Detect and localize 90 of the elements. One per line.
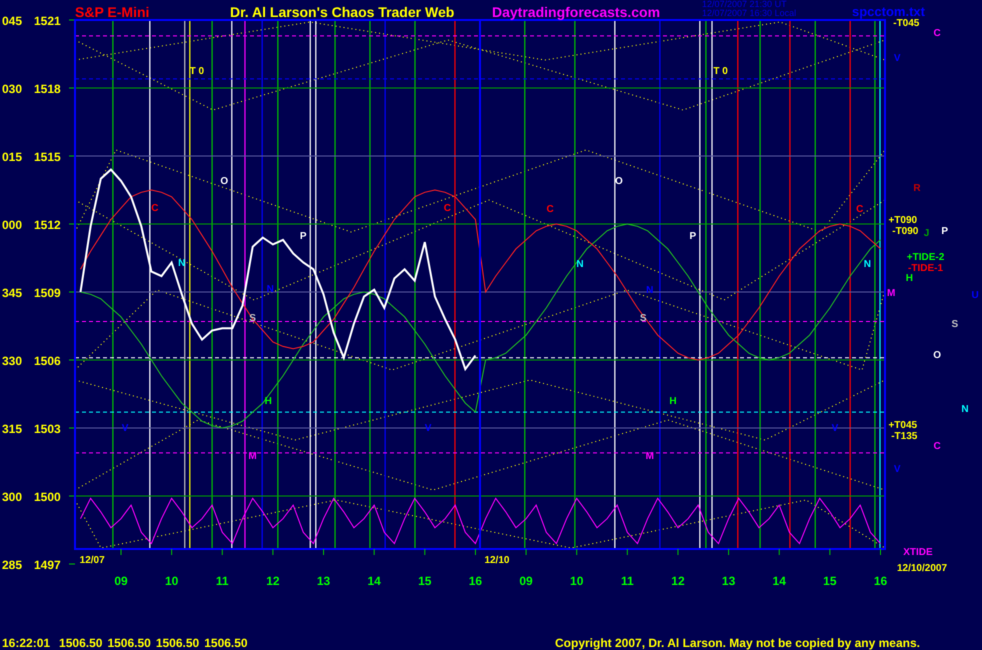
y-axis-label: 1500 [34, 490, 61, 504]
x-axis-label: 14 [368, 574, 381, 588]
y-axis-label: 1512 [34, 218, 61, 232]
cycle-marker-label: 12/07 [80, 555, 105, 566]
x-axis-label: 15 [418, 574, 432, 588]
cycle-marker-label: V [424, 423, 432, 434]
cycle-marker-label: C [856, 204, 864, 215]
cycle-marker-label: -T090 [892, 226, 918, 237]
y-axis-label: 1503 [34, 422, 61, 436]
y-axis-label: 1515 [34, 150, 61, 164]
x-axis-label: 13 [316, 574, 330, 588]
quote-value: 1506.50 [59, 636, 102, 650]
x-axis-label: 13 [722, 574, 736, 588]
x-axis-label: 16 [468, 574, 482, 588]
cycle-marker-label: N [266, 284, 274, 295]
x-axis-label: 10 [164, 574, 178, 588]
angle-label: 330 [2, 354, 22, 368]
cycle-marker-label: S [952, 319, 958, 330]
angle-label: 345 [2, 286, 22, 300]
cycle-marker-label: J [924, 228, 930, 239]
y-axis-label: 1518 [34, 82, 61, 96]
x-axis-label: 09 [114, 574, 128, 588]
cycle-marker-label: H [264, 396, 272, 407]
cycle-marker-label: R [913, 183, 921, 194]
timestamp: 12/07/2007 16:30 Local [702, 9, 798, 18]
cycle-marker-label: C [934, 28, 941, 40]
x-axis-label: 11 [216, 574, 229, 588]
quote-time: 16:22:01 [2, 636, 50, 650]
x-axis-label: 15 [823, 574, 837, 588]
cycle-marker-label: C [444, 203, 451, 214]
cycle-marker-label: +TIDE-2 [906, 252, 944, 263]
angle-label: 015 [2, 150, 22, 164]
x-axis-label: 16 [874, 574, 888, 588]
cycle-marker-label: U [972, 290, 979, 302]
cycle-marker-label: M [248, 450, 257, 462]
cycle-marker-label: P [300, 231, 306, 242]
angle-label: 300 [2, 490, 22, 504]
cycle-marker-label: M [886, 288, 896, 299]
cycle-marker-label: C [934, 441, 941, 452]
angle-label: 285 [2, 558, 22, 572]
site-name: Daytradingforecasts.com [492, 4, 662, 20]
cycle-marker-label: +T090 [888, 215, 918, 226]
angle-label: 030 [2, 82, 22, 96]
quote-value: 1506.50 [107, 636, 151, 650]
angle-label: 315 [2, 422, 22, 436]
cycle-marker-label: H [906, 273, 913, 284]
y-axis-label: 1509 [34, 286, 61, 300]
quote-value: 1506.50 [204, 636, 248, 650]
y-axis-label: 1497 [34, 558, 61, 572]
cycle-marker-label: V [894, 52, 901, 64]
cycle-marker-label: V [832, 423, 838, 434]
cycle-marker-label: O [220, 176, 228, 188]
cycle-marker-label: O [615, 176, 623, 188]
cycle-marker-label: -TIDE-1 [908, 263, 944, 274]
symbol-title: S&P E-Mini [75, 4, 150, 20]
x-axis-label: 10 [570, 574, 584, 588]
cycle-marker-label: N [646, 285, 654, 296]
cycle-marker-label: -T045 [893, 18, 920, 30]
file-name: spcctom.txt [852, 4, 925, 19]
angle-label: 000 [2, 218, 22, 232]
x-axis-label: 11 [621, 574, 634, 588]
cycle-marker-label: C [151, 203, 159, 214]
y-axis-label: 1521 [34, 14, 61, 28]
angle-label: 045 [2, 14, 22, 28]
x-axis-label: 12 [671, 574, 685, 588]
cycle-marker-label: -T135 [891, 431, 918, 442]
quote-value: 1506.50 [156, 636, 200, 650]
x-axis-label: 12 [266, 574, 280, 588]
page-title: Dr. Al Larson's Chaos Trader Web [230, 4, 456, 20]
cycle-marker-label: 12/10 [484, 555, 510, 566]
y-axis-label: 1506 [34, 354, 61, 368]
x-axis-label: 14 [772, 574, 786, 588]
cycle-marker-label: N [864, 258, 871, 270]
cycle-marker-label: P [941, 226, 948, 237]
cycle-marker-label: N [576, 258, 584, 270]
cycle-marker-label: H [669, 396, 677, 407]
cycle-marker-label: 12/10/2007 [896, 562, 948, 574]
copyright-text: Copyright 2007, Dr. Al Larson. May not be copied by any means. [555, 636, 920, 650]
timestamp: 12/07/2007 21:30 UT [702, 0, 788, 9]
cycle-marker-label: V [894, 464, 901, 475]
cycle-marker-label: XTIDE [903, 547, 933, 558]
cycle-marker-label: M [646, 450, 654, 462]
cycle-marker-label: T 0 [713, 66, 728, 78]
cycle-marker-label: O [933, 350, 942, 362]
cycle-marker-label: P [689, 231, 696, 242]
x-axis-label: 09 [519, 574, 533, 588]
cycle-marker-label: N [961, 404, 969, 416]
cycle-marker-label: V [122, 423, 128, 434]
cycle-marker-label: C [546, 204, 554, 215]
cycle-marker-label: +T045 [888, 420, 918, 431]
